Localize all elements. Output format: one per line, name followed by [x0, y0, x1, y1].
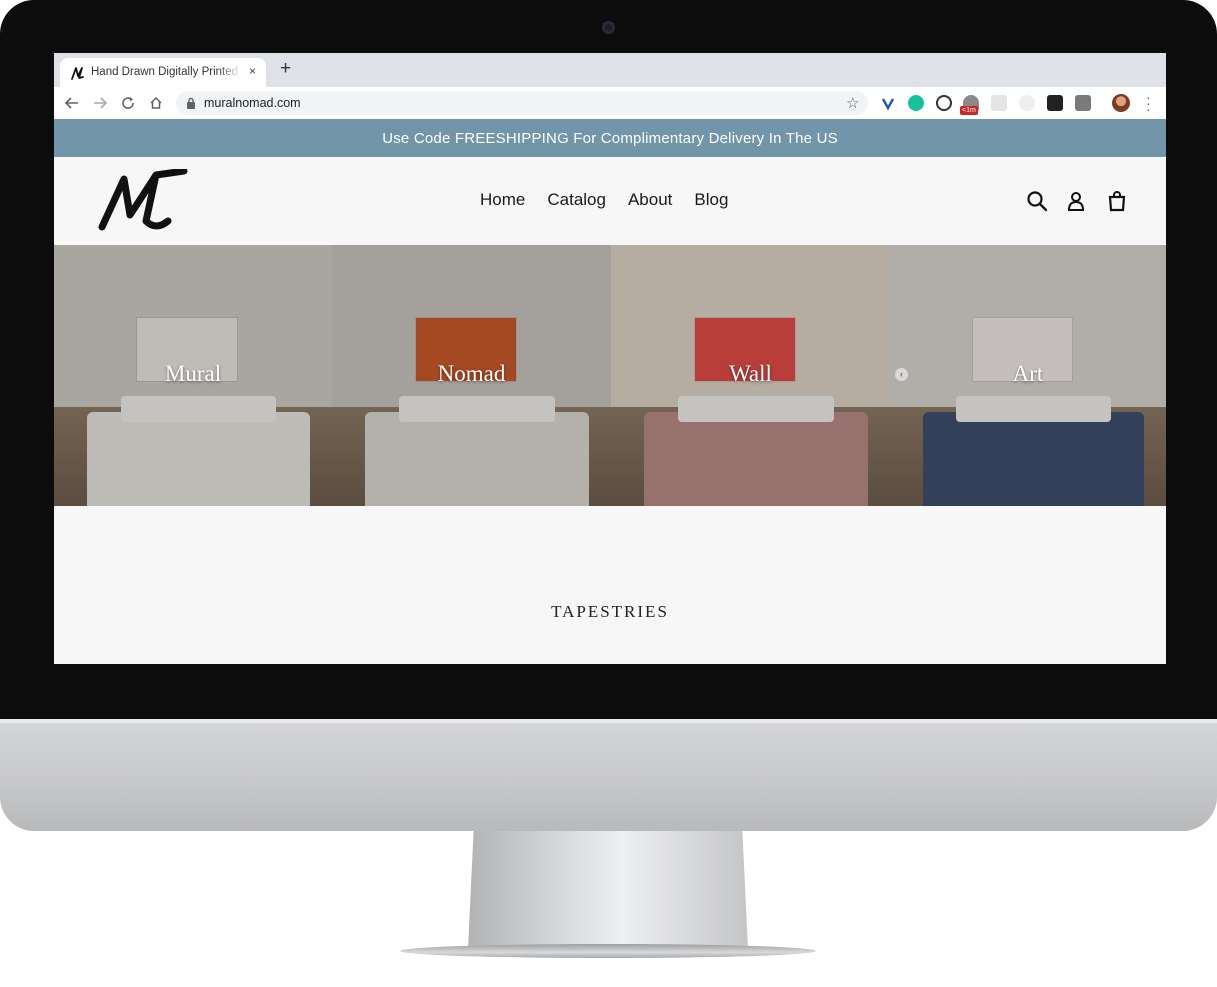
- timer-badge: <1m: [960, 106, 978, 115]
- reload-icon: [122, 97, 134, 109]
- favicon-icon: [71, 67, 84, 80]
- new-tab-button[interactable]: +: [280, 59, 291, 78]
- chin-highlight: [0, 719, 1217, 723]
- address-bar[interactable]: muralnomad.com ☆: [176, 91, 868, 115]
- back-button[interactable]: [62, 93, 82, 113]
- announcement-bar: Use Code FREESHIPPING For Complimentary …: [54, 119, 1166, 157]
- main-nav: Home Catalog About Blog: [480, 190, 728, 210]
- hero-label: Wall: [729, 361, 772, 386]
- home-button[interactable]: [146, 93, 166, 113]
- home-icon: [150, 96, 162, 109]
- hero-label: Mural: [164, 361, 222, 386]
- screencapture-extension-icon[interactable]: [1047, 95, 1063, 111]
- ghost-extension-icon[interactable]: [991, 95, 1007, 111]
- monitor-stand: [468, 831, 748, 949]
- lock-icon: [187, 97, 195, 109]
- reload-button[interactable]: [118, 93, 138, 113]
- url-text: muralnomad.com: [204, 96, 301, 110]
- hero-label: Nomad: [437, 361, 506, 386]
- hero-label: Art: [1012, 361, 1044, 386]
- announcement-text: Use Code FREESHIPPING For Complimentary …: [382, 129, 838, 147]
- browser-tab[interactable]: Hand Drawn Digitally Printed Wall Tapest…: [60, 58, 266, 87]
- monitor-chin: [0, 719, 1217, 831]
- forward-arrow-icon: [94, 97, 107, 109]
- nav-home[interactable]: Home: [480, 190, 525, 210]
- browser-menu-icon[interactable]: · · ·: [1146, 90, 1151, 116]
- webcam-icon: [602, 21, 615, 34]
- hero-collage: Mural Nomad Wall Art ‹: [54, 245, 1166, 506]
- nav-catalog[interactable]: Catalog: [547, 190, 606, 210]
- hero-panel-mural[interactable]: Mural: [54, 245, 332, 506]
- profile-avatar[interactable]: [1112, 94, 1130, 112]
- nav-about[interactable]: About: [628, 190, 672, 210]
- tab-close-icon[interactable]: ×: [249, 64, 256, 78]
- search-icon[interactable]: [1026, 190, 1048, 212]
- forward-button[interactable]: [90, 93, 110, 113]
- wanderer-extension-icon[interactable]: [1019, 95, 1035, 111]
- browser-toolbar: muralnomad.com ☆ <1m · · ·: [54, 87, 1166, 120]
- hero-panel-nomad[interactable]: Nomad: [332, 245, 611, 506]
- p-extension-icon[interactable]: [1075, 95, 1091, 111]
- site-header: Home Catalog About Blog: [54, 157, 1166, 245]
- hero-panel-art[interactable]: Art: [890, 245, 1166, 506]
- section-title: TAPESTRIES: [551, 602, 669, 621]
- stand-base: [400, 944, 816, 958]
- nav-blog[interactable]: Blog: [694, 190, 728, 210]
- password-manager-icon[interactable]: [936, 95, 952, 111]
- account-icon[interactable]: [1065, 190, 1087, 212]
- tab-strip: Hand Drawn Digitally Printed Wall Tapest…: [54, 53, 1166, 87]
- screen: Hand Drawn Digitally Printed Wall Tapest…: [54, 53, 1166, 664]
- cart-icon[interactable]: [1106, 190, 1128, 212]
- vimeo-extension-icon[interactable]: [880, 95, 896, 111]
- back-arrow-icon: [65, 97, 78, 109]
- grammarly-extension-icon[interactable]: [908, 95, 924, 111]
- hero-panel-wall[interactable]: Wall: [611, 245, 890, 506]
- carousel-prev-icon[interactable]: ‹: [895, 368, 908, 381]
- tab-title: Hand Drawn Digitally Printed Wall Tapest…: [91, 66, 241, 78]
- bookmark-star-icon[interactable]: ☆: [846, 94, 859, 112]
- mural-nomad-logo[interactable]: [98, 169, 190, 233]
